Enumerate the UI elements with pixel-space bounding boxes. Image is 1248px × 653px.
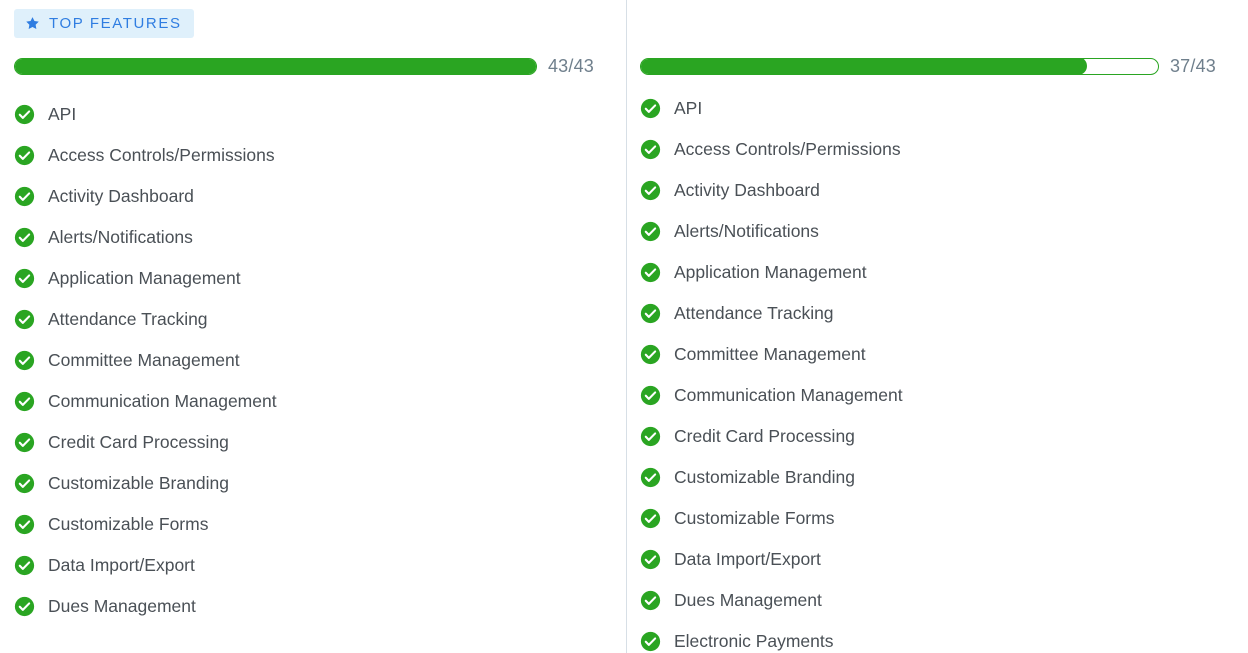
feature-list-item: Data Import/Export	[640, 539, 1216, 580]
feature-label: Committee Management	[674, 344, 866, 364]
feature-list-item: Customizable Branding	[14, 463, 594, 504]
feature-list-item: Communication Management	[640, 375, 1216, 416]
check-circle-icon	[640, 426, 661, 447]
feature-label: Alerts/Notifications	[48, 227, 193, 247]
check-circle-icon	[640, 385, 661, 406]
check-circle-icon	[640, 139, 661, 160]
feature-label: Data Import/Export	[674, 549, 821, 569]
feature-progress-count-right: 37/43	[1169, 55, 1216, 76]
feature-label: Communication Management	[48, 391, 277, 411]
check-circle-icon	[640, 590, 661, 611]
check-circle-icon	[640, 631, 661, 652]
feature-label: Activity Dashboard	[674, 180, 820, 200]
star-icon	[25, 16, 40, 31]
feature-list-item: Communication Management	[14, 381, 594, 422]
feature-list-item: Dues Management	[14, 586, 594, 627]
check-circle-icon	[14, 391, 35, 412]
feature-label: Attendance Tracking	[48, 309, 208, 329]
feature-label: Communication Management	[674, 385, 903, 405]
feature-label: Application Management	[674, 262, 867, 282]
check-circle-icon	[640, 262, 661, 283]
top-features-badge-label: TOP FEATURES	[49, 14, 182, 32]
feature-label: Attendance Tracking	[674, 303, 834, 323]
feature-list-item: Committee Management	[14, 340, 594, 381]
feature-label: Dues Management	[48, 596, 196, 616]
feature-list-item: Customizable Branding	[640, 457, 1216, 498]
check-circle-icon	[640, 303, 661, 324]
check-circle-icon	[14, 596, 35, 617]
feature-label: Activity Dashboard	[48, 186, 194, 206]
check-circle-icon	[14, 555, 35, 576]
check-circle-icon	[14, 432, 35, 453]
feature-list-item: Committee Management	[640, 334, 1216, 375]
check-circle-icon	[640, 98, 661, 119]
feature-list-right: API Access Controls/Permissions Activity…	[640, 88, 1216, 653]
product-column-left: TOP FEATURES 43/43 API Access Controls/P…	[0, 0, 626, 653]
feature-list-item: Credit Card Processing	[14, 422, 594, 463]
feature-list-left: API Access Controls/Permissions Activity…	[14, 94, 594, 627]
feature-label: Customizable Branding	[48, 473, 229, 493]
feature-label: Credit Card Processing	[674, 426, 855, 446]
check-circle-icon	[14, 186, 35, 207]
top-features-badge-row: TOP FEATURES	[14, 0, 594, 46]
check-circle-icon	[640, 221, 661, 242]
feature-label: Customizable Forms	[674, 508, 835, 528]
feature-label: Access Controls/Permissions	[674, 139, 901, 159]
feature-label: API	[674, 98, 703, 118]
feature-label: Customizable Forms	[48, 514, 209, 534]
feature-label: Electronic Payments	[674, 631, 834, 651]
check-circle-icon	[14, 473, 35, 494]
feature-list-item: API	[640, 88, 1216, 129]
feature-label: Credit Card Processing	[48, 432, 229, 452]
feature-label: API	[48, 104, 77, 124]
feature-progress-bar-right	[640, 57, 1159, 75]
feature-list-item: Application Management	[640, 252, 1216, 293]
feature-list-item: Application Management	[14, 258, 594, 299]
feature-label: Data Import/Export	[48, 555, 195, 575]
feature-label: Access Controls/Permissions	[48, 145, 275, 165]
check-circle-icon	[14, 350, 35, 371]
feature-list-item: Credit Card Processing	[640, 416, 1216, 457]
check-circle-icon	[14, 227, 35, 248]
check-circle-icon	[14, 309, 35, 330]
feature-progress-row-left: 43/43	[14, 46, 594, 86]
feature-list-item: Alerts/Notifications	[14, 217, 594, 258]
feature-list-item: Data Import/Export	[14, 545, 594, 586]
product-column-right: 37/43 API Access Controls/Permissions Ac…	[626, 0, 1248, 653]
feature-progress-count-left: 43/43	[547, 55, 594, 76]
feature-label: Alerts/Notifications	[674, 221, 819, 241]
feature-progress-fill-right	[640, 58, 1088, 74]
feature-list-item: Activity Dashboard	[14, 176, 594, 217]
feature-progress-bar-left	[14, 57, 537, 75]
feature-progress-row-right: 37/43	[640, 46, 1216, 86]
check-circle-icon	[640, 549, 661, 570]
check-circle-icon	[640, 467, 661, 488]
check-circle-icon	[640, 508, 661, 529]
check-circle-icon	[640, 180, 661, 201]
feature-progress-fill-left	[14, 58, 536, 74]
top-features-badge: TOP FEATURES	[14, 8, 194, 38]
feature-list-item: Alerts/Notifications	[640, 211, 1216, 252]
feature-label: Committee Management	[48, 350, 240, 370]
feature-list-item: Attendance Tracking	[640, 293, 1216, 334]
feature-list-item: Attendance Tracking	[14, 299, 594, 340]
feature-list-item: Dues Management	[640, 580, 1216, 621]
feature-list-item: Access Controls/Permissions	[640, 129, 1216, 170]
top-features-badge-row-right-spacer	[640, 0, 1216, 46]
feature-label: Dues Management	[674, 590, 822, 610]
feature-label: Customizable Branding	[674, 467, 855, 487]
feature-comparison-panel: TOP FEATURES 43/43 API Access Controls/P…	[0, 0, 1248, 653]
feature-list-item: Activity Dashboard	[640, 170, 1216, 211]
check-circle-icon	[14, 145, 35, 166]
check-circle-icon	[640, 344, 661, 365]
check-circle-icon	[14, 268, 35, 289]
check-circle-icon	[14, 104, 35, 125]
feature-list-item: Electronic Payments	[640, 621, 1216, 653]
feature-list-item: Customizable Forms	[14, 504, 594, 545]
feature-list-item: Customizable Forms	[640, 498, 1216, 539]
feature-list-item: Access Controls/Permissions	[14, 135, 594, 176]
feature-list-item: API	[14, 94, 594, 135]
check-circle-icon	[14, 514, 35, 535]
feature-label: Application Management	[48, 268, 241, 288]
